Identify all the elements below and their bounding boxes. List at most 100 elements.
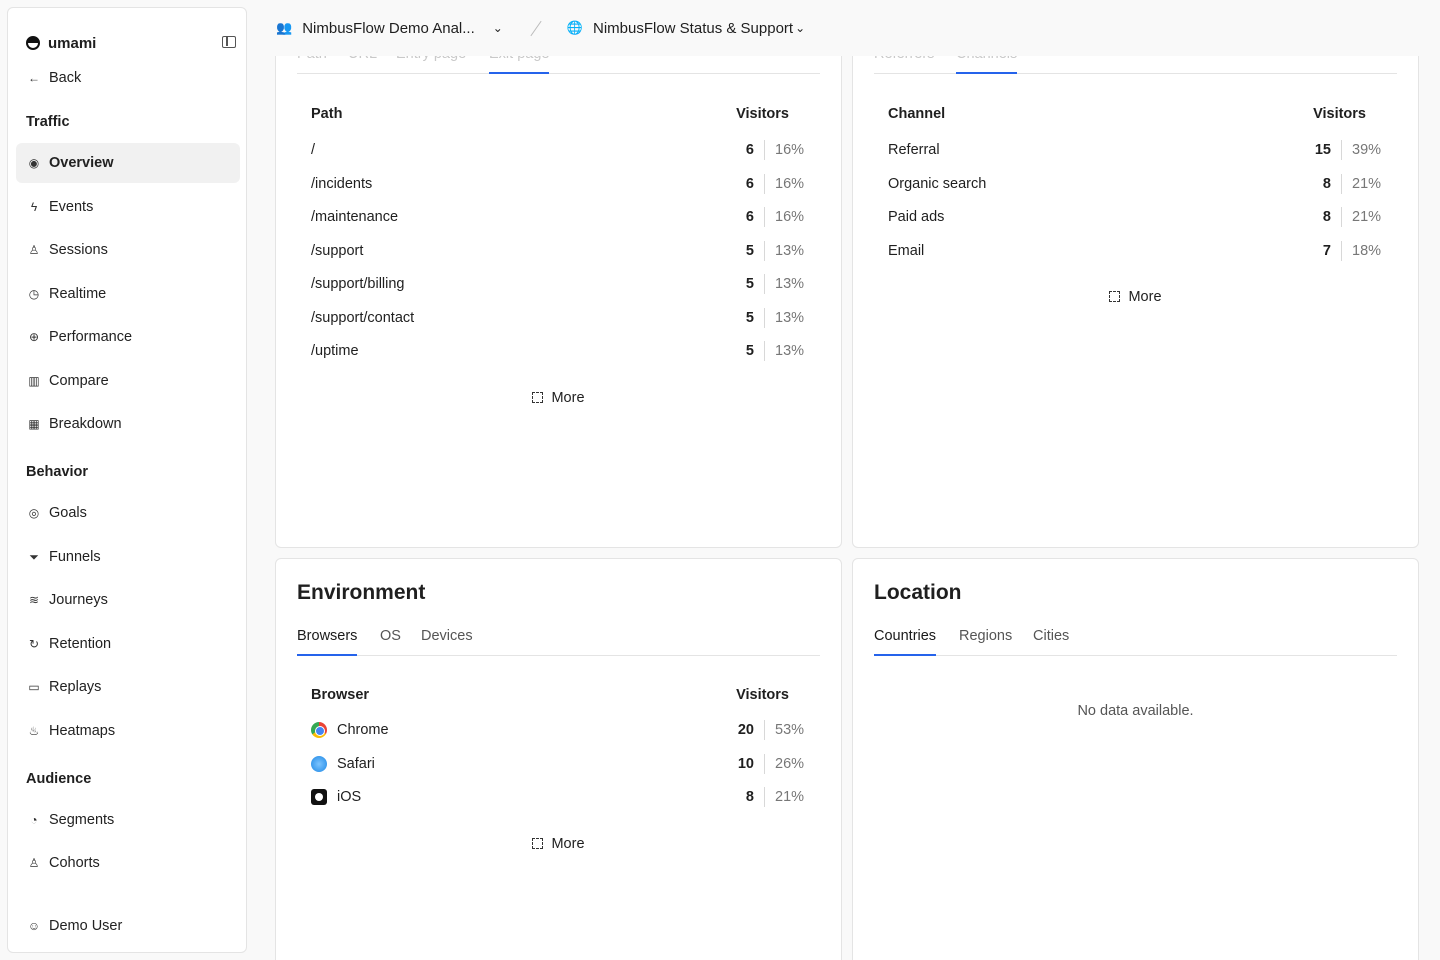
eye-icon: ◉ [28, 156, 40, 170]
row-label-text: Organic search [888, 175, 987, 192]
table-row[interactable]: /uptime 5 13% [311, 334, 804, 368]
table-row[interactable]: Chrome 20 53% [311, 713, 804, 747]
table-row[interactable]: iOS 8 21% [311, 780, 804, 814]
environment-title: Environment [297, 581, 426, 604]
tab-countries[interactable]: Countries [874, 616, 937, 656]
row-percent: 18% [1341, 240, 1381, 261]
tab-regions[interactable]: Regions [959, 616, 1012, 656]
row-label-text: /incidents [311, 175, 373, 192]
row-value: 5 [745, 242, 754, 259]
row-label: Chrome [311, 722, 704, 738]
table-row[interactable]: Paid ads 8 21% [888, 200, 1381, 234]
row-percent: 16% [764, 140, 804, 160]
row-value: 8 [1322, 209, 1331, 225]
tab-cities[interactable]: Cities [1033, 616, 1069, 656]
brand: umami [26, 28, 236, 58]
target-icon: ◎ [28, 506, 40, 520]
row-value: 5 [745, 343, 754, 359]
row-percent: 21% [1341, 173, 1381, 194]
location-panel: Location Countries Regions Cities No dat… [852, 558, 1419, 960]
sidebar-item-replays[interactable]: ▭ Replays [16, 667, 240, 707]
row-percent: 13% [764, 274, 804, 294]
row-value: 8 [1322, 175, 1331, 192]
chevron-down-icon[interactable]: ⌄ [493, 21, 503, 35]
tab-browsers[interactable]: Browsers [297, 616, 358, 656]
sidebar-item-cohorts[interactable]: ♙ Cohorts [16, 843, 240, 883]
tab-os[interactable]: OS [380, 616, 401, 656]
sidebar-item-realtime[interactable]: ◷ Realtime [16, 274, 240, 314]
row-label-text: Email [888, 242, 925, 259]
row-label-text: iOS [337, 789, 362, 805]
chrome-icon [311, 722, 327, 738]
website-selector[interactable]: NimbusFlow Status & Support [593, 20, 793, 37]
table-row[interactable]: /support 5 13% [311, 234, 804, 268]
refresh-icon: ↻ [28, 637, 40, 651]
row-label: /maintenance [311, 209, 704, 225]
column-path: Path [311, 106, 343, 122]
globe-icon: 🌐 [566, 20, 583, 35]
safari-icon [311, 755, 327, 772]
sidebar-item-goals[interactable]: ◎ Goals [16, 493, 240, 533]
lightning-icon: ϟ [30, 200, 38, 214]
sidebar-item-compare[interactable]: ▥ Compare [16, 361, 240, 401]
table-row[interactable]: Email 7 18% [888, 234, 1381, 268]
row-label: Paid ads [888, 209, 1281, 225]
row-value: 6 [745, 142, 754, 158]
sidebar-toggle-icon[interactable] [222, 36, 236, 48]
pie-chart-icon: ◔ [30, 813, 38, 827]
column-channel: Channel [888, 106, 946, 122]
back-link[interactable]: ← Back [16, 58, 240, 98]
user-menu[interactable]: ☺ Demo User [16, 906, 240, 946]
table-row[interactable]: Safari 10 26% [311, 747, 804, 781]
row-label: /uptime [311, 343, 704, 359]
table-row[interactable]: Referral 15 39% [888, 133, 1381, 167]
row-value: 8 [745, 789, 754, 805]
row-percent: 13% [764, 307, 804, 328]
grid-icon: ▦ [28, 417, 40, 431]
table-row[interactable]: /support/contact 5 13% [311, 301, 804, 335]
expand-icon [532, 838, 544, 849]
arrow-left-icon: ← [28, 71, 40, 85]
video-icon: ▭ [28, 680, 40, 694]
chevron-down-icon[interactable]: ⌄ [795, 21, 805, 35]
table-row[interactable]: /maintenance 6 16% [311, 200, 804, 234]
table-row[interactable]: /incidents 6 16% [311, 167, 804, 201]
sidebar-item-retention[interactable]: ↻ Retention [16, 624, 240, 664]
row-value: 20 [737, 722, 754, 738]
sidebar-item-journeys[interactable]: ≋ Journeys [16, 580, 240, 620]
row-percent: 21% [1341, 207, 1381, 227]
sidebar-item-events[interactable]: ϟ Events [16, 187, 240, 227]
bar-chart-icon: ▥ [28, 374, 40, 388]
column-browser: Browser [311, 687, 370, 703]
sidebar-item-heatmaps[interactable]: ♨ Heatmaps [16, 711, 240, 751]
user-icon: ♙ [28, 243, 40, 257]
expand-icon [532, 392, 544, 403]
team-selector[interactable]: NimbusFlow Demo Anal... [302, 20, 475, 37]
ios-icon [311, 789, 327, 805]
pages-more-button[interactable]: More [276, 390, 841, 406]
sidebar-item-segments[interactable]: ◔ Segments [16, 800, 240, 840]
row-label-text: Paid ads [888, 209, 945, 225]
sidebar: umami ← Back Traffic ◉ Overview ϟ Events ♙… [7, 7, 247, 953]
sidebar-item-funnels[interactable]: ⏷ Funnels [16, 537, 240, 577]
row-value: 10 [737, 755, 754, 772]
row-label: /incidents [311, 176, 704, 192]
table-row[interactable]: /support/billing 5 13% [311, 267, 804, 301]
environment-more-button[interactable]: More [276, 836, 841, 852]
table-row[interactable]: / 6 16% [311, 133, 804, 167]
row-label: /support/billing [311, 276, 704, 292]
sidebar-item-sessions[interactable]: ♙ Sessions [16, 230, 240, 270]
table-row[interactable]: Organic search 8 21% [888, 167, 1381, 201]
top-bar: 👥 NimbusFlow Demo Anal... ⌄ 🌐 NimbusFlow… [260, 0, 1440, 56]
sources-more-button[interactable]: More [853, 289, 1418, 305]
row-label: /support [311, 243, 704, 259]
tab-devices[interactable]: Devices [421, 616, 473, 656]
row-percent: 16% [764, 173, 804, 194]
sidebar-item-performance[interactable]: ⊕ Performance [16, 317, 240, 357]
row-value: 5 [745, 309, 754, 326]
row-label-text: Chrome [337, 722, 389, 738]
sidebar-item-overview[interactable]: ◉ Overview [16, 143, 240, 183]
location-title: Location [874, 581, 962, 604]
row-percent: 13% [764, 240, 804, 261]
sidebar-item-breakdown[interactable]: ▦ Breakdown [16, 404, 240, 444]
